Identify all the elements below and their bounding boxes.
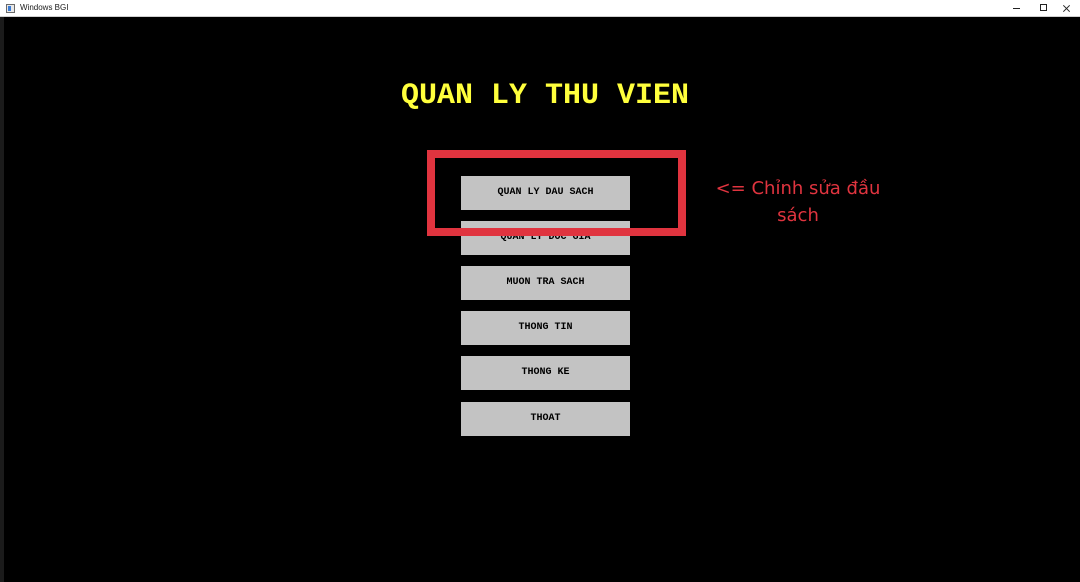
statistics-button[interactable]: THONG KE <box>461 356 630 390</box>
maximize-icon[interactable] <box>1030 0 1056 16</box>
exit-button[interactable]: THOAT <box>461 402 630 436</box>
close-icon[interactable] <box>1054 0 1080 16</box>
window-titlebar[interactable]: Windows BGI <box>0 0 1080 17</box>
annotation-line-2: sách <box>777 205 819 226</box>
window-title: Windows BGI <box>20 3 69 12</box>
info-button[interactable]: THONG TIN <box>461 311 630 345</box>
minimize-icon[interactable] <box>1004 0 1030 16</box>
borrow-return-button[interactable]: MUON TRA SACH <box>461 266 630 300</box>
annotation-line-1: <= Chỉnh sửa đầu <box>715 178 881 199</box>
highlight-annotation-box <box>427 150 686 236</box>
page-title: QUAN LY THU VIEN <box>400 79 690 113</box>
bgi-window: Windows BGI QUAN LY THU VIEN QUAN LY DAU… <box>0 0 1080 582</box>
annotation-note: <= Chỉnh sửa đầu sách <box>708 175 888 229</box>
app-window-icon <box>6 4 15 13</box>
